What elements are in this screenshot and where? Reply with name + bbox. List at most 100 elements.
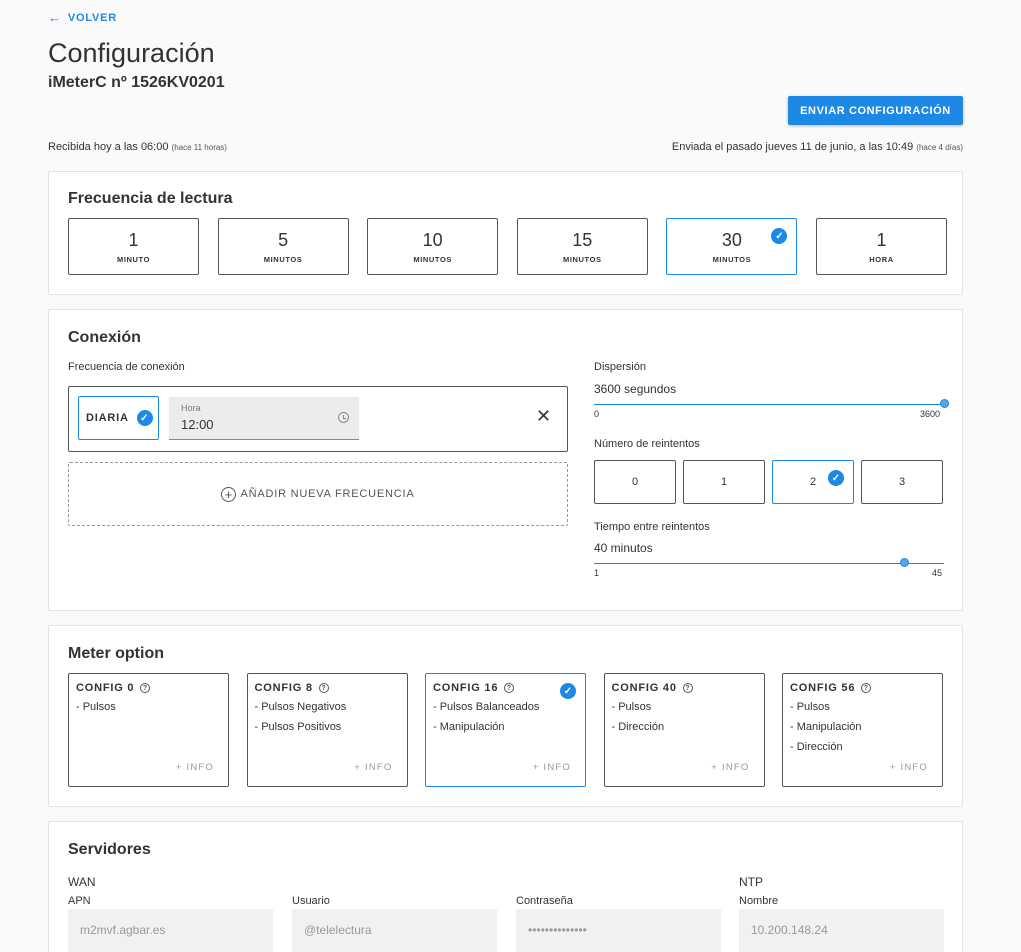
meter-config-option[interactable]: CONFIG 56? - Pulsos - Manipulación - Direcc… (782, 673, 943, 787)
frequency-option-value: 30 (721, 229, 742, 250)
meter-config-title: CONFIG 0? (76, 682, 151, 694)
meter-option-card: Meter option CONFIG 0? - Pulsos + INFO CONF… (48, 625, 963, 807)
sent-status: Enviada el pasado jueves 11 de junio, a … (672, 141, 963, 153)
arrow-left-icon: ← (48, 10, 62, 25)
check-circle-icon: ✓ (136, 410, 153, 426)
sent-ago: (hace 4 días) (916, 143, 963, 152)
ntp-name-field[interactable]: 10.200.148.24 (739, 909, 944, 952)
received-ago: (hace 11 horas) (171, 143, 227, 152)
retry-option-label: 1 (720, 476, 728, 488)
check-circle-icon: ✓ (828, 470, 844, 486)
retry-time-min: 1 (594, 568, 600, 578)
help-icon[interactable]: ? (318, 683, 329, 693)
meter-config-title: CONFIG 56? (790, 682, 872, 694)
frequency-option[interactable]: 15 MINUTOS (516, 218, 648, 275)
help-icon[interactable]: ? (140, 683, 151, 693)
back-label: VOLVER (67, 11, 118, 24)
dispersion-slider-thumb[interactable] (939, 399, 949, 408)
connection-frequency-row: DIARIA ✓ Hora 12:00 ✕ (68, 386, 568, 452)
retry-time-value: 40 minutos (594, 541, 653, 555)
check-circle-icon: ✓ (560, 683, 576, 699)
dispersion-label: Dispersión (594, 361, 646, 373)
more-info-link[interactable]: + INFO (711, 762, 749, 773)
frequency-option[interactable]: 10 MINUTOS (367, 218, 499, 275)
servers-card: Servidores WAN NTP APN Usuario Contraseñ… (48, 821, 963, 952)
meter-config-title: CONFIG 8? (255, 682, 329, 694)
frequency-option-unit: MINUTOS (712, 254, 752, 264)
meter-config-feature: - Pulsos (790, 701, 830, 713)
meter-config-option[interactable]: CONFIG 8? - Pulsos Negativos - Pulsos Posi… (246, 673, 408, 787)
connection-card: Conexión Frecuencia de conexión DIARIA ✓… (48, 309, 963, 611)
frequency-option[interactable]: 1 HORA (816, 218, 947, 275)
time-input-label: Hora (181, 403, 201, 413)
frequency-option-value: 1 (128, 229, 139, 250)
meter-config-option[interactable]: CONFIG 16? - Pulsos Balanceados - Manipula… (425, 673, 586, 787)
frequency-option-value: 1 (876, 229, 887, 250)
dispersion-max: 3600 (920, 409, 941, 419)
frequency-option-value: 5 (278, 229, 289, 250)
user-field[interactable]: @telelectura (292, 909, 497, 952)
retry-time-slider-thumb[interactable] (899, 558, 909, 567)
connection-title: Conexión (68, 329, 141, 346)
frequency-option-unit: MINUTOS (413, 254, 453, 264)
wan-label: WAN (68, 875, 96, 889)
retry-option[interactable]: 3 (861, 460, 943, 504)
sent-text: Enviada el pasado jueves 11 de junio, a … (671, 141, 914, 153)
frequency-option[interactable]: 1 MINUTO (68, 218, 199, 275)
daily-toggle[interactable]: DIARIA ✓ (78, 396, 159, 440)
frequency-option-value: 10 (422, 229, 443, 250)
meter-config-option[interactable]: CONFIG 40? - Pulsos - Dirección + INFO (603, 673, 765, 787)
retry-time-max: 45 (932, 568, 943, 578)
frequency-option[interactable]: 30 MINUTOS ✓ (666, 218, 798, 275)
servers-title: Servidores (68, 841, 151, 858)
meter-config-option[interactable]: CONFIG 0? - Pulsos + INFO (68, 673, 229, 787)
apn-field[interactable]: m2mvf.agbar.es (68, 909, 273, 952)
meter-option-title: Meter option (68, 645, 164, 662)
meter-config-feature: - Pulsos Negativos (254, 701, 347, 713)
more-info-link[interactable]: + INFO (533, 762, 571, 773)
meter-config-name: CONFIG 16 (433, 682, 499, 694)
received-status: Recibida hoy a las 06:00 (hace 11 horas) (48, 141, 227, 153)
meter-config-name: CONFIG 40 (611, 682, 677, 694)
frequency-option-unit: MINUTO (116, 254, 151, 264)
meter-config-title: CONFIG 40? (612, 682, 693, 694)
meter-config-feature: - Manipulación (790, 721, 862, 733)
retry-option[interactable]: 0 (594, 460, 676, 504)
ntp-name-label: Nombre (739, 895, 779, 907)
meter-config-name: CONFIG 8 (254, 682, 313, 694)
retry-option[interactable]: 1 (683, 460, 765, 504)
ntp-label: NTP (739, 875, 763, 889)
frequency-option-unit: MINUTOS (562, 254, 602, 264)
check-circle-icon: ✓ (771, 228, 788, 244)
meter-config-name: CONFIG 0 (76, 682, 135, 694)
meter-config-feature: - Pulsos Balanceados (433, 701, 540, 713)
remove-frequency-icon[interactable]: ✕ (536, 406, 551, 427)
plus-circle-icon: + (221, 486, 237, 502)
dispersion-value: 3600 segundos (594, 382, 677, 396)
meter-config-feature: - Dirección (611, 721, 665, 733)
more-info-link[interactable]: + INFO (354, 762, 392, 773)
more-info-link[interactable]: + INFO (176, 762, 214, 773)
time-input[interactable]: Hora 12:00 (169, 397, 359, 440)
meter-config-name: CONFIG 56 (790, 682, 856, 694)
help-icon[interactable]: ? (504, 683, 515, 693)
apn-label: APN (68, 895, 91, 907)
dispersion-min: 0 (594, 409, 600, 419)
help-icon[interactable]: ? (682, 683, 693, 693)
time-input-value: 12:00 (181, 417, 214, 432)
daily-label: DIARIA (86, 412, 129, 424)
dispersion-slider-track (594, 404, 944, 405)
back-link[interactable]: ← VOLVER (48, 10, 117, 25)
reading-frequency-title: Frecuencia de lectura (68, 190, 233, 207)
clock-icon (338, 412, 349, 423)
more-info-link[interactable]: + INFO (890, 762, 928, 773)
password-field[interactable]: •••••••••••••• (516, 909, 721, 952)
help-icon[interactable]: ? (861, 683, 872, 693)
frequency-option-unit: HORA (869, 254, 894, 264)
retry-option[interactable]: 2 ✓ (772, 460, 854, 504)
retry-option-label: 2 (809, 476, 817, 488)
frequency-option[interactable]: 5 MINUTOS (217, 218, 349, 275)
send-config-button[interactable]: ENVIAR CONFIGURACIÓN (788, 96, 963, 125)
add-frequency-button[interactable]: + AÑADIR NUEVA FRECUENCIA (68, 462, 568, 526)
retry-time-label: Tiempo entre reintentos (594, 521, 710, 533)
